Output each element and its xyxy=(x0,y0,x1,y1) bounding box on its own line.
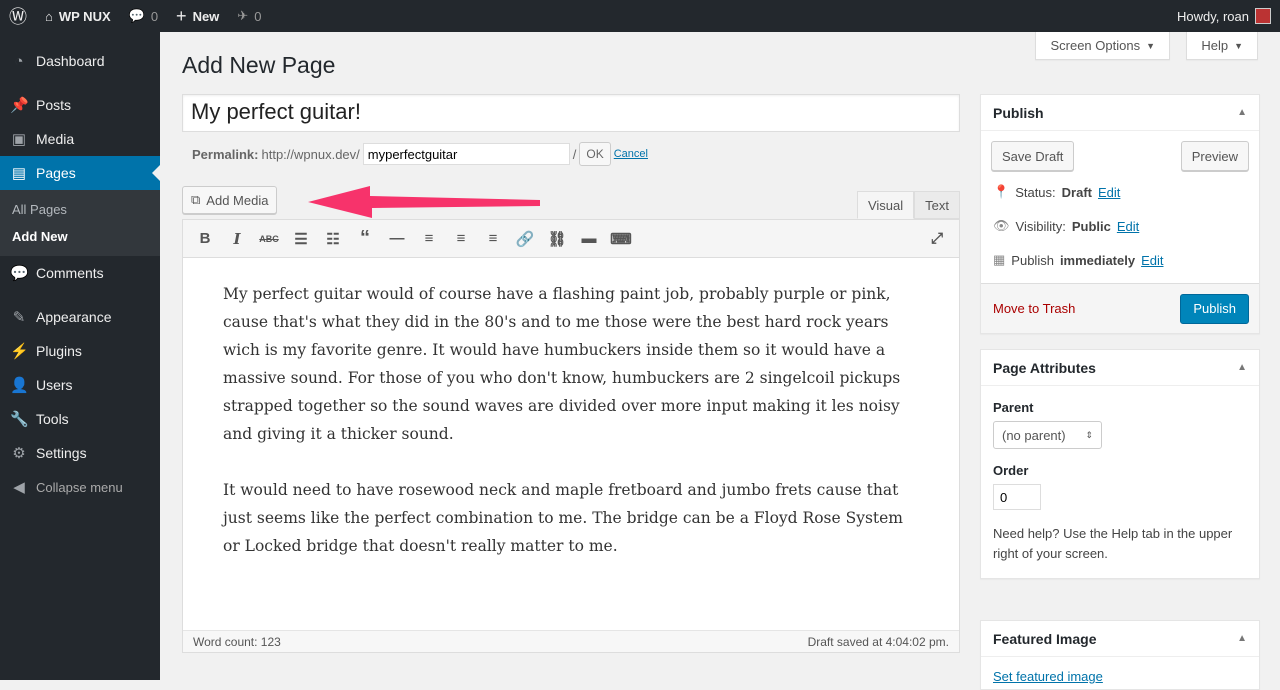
content-editor[interactable]: B I ABC ☰ ☷ “ — ≡ ≡ ≡ 🔗 ⛓ ▬ ⌨ ⤢ My perfe… xyxy=(182,219,960,653)
permalink: Permalink: http://wpnux.dev/ / OK Cancel xyxy=(192,142,648,166)
sidebar-item-posts[interactable]: 📌 Posts xyxy=(0,88,160,122)
select-arrows-icon: ⇕ xyxy=(1085,429,1093,440)
parent-select[interactable]: (no parent) ⇕ xyxy=(993,421,1102,449)
collapse-arrow-icon: ▲ xyxy=(1237,107,1247,118)
word-count: Word count: 123 xyxy=(193,634,281,649)
admin-bar: Ⓦ ⌂ WP NUX 💬 0 + New ✈ 0 Howdy, roan xyxy=(0,0,1280,32)
permalink-ok-button[interactable]: OK xyxy=(579,142,611,166)
updates-link[interactable]: ✈ 0 xyxy=(228,0,270,32)
fullscreen-icon[interactable]: ⤢ xyxy=(921,230,953,247)
order-input[interactable] xyxy=(993,484,1041,510)
link-icon[interactable]: 🔗 xyxy=(509,230,541,248)
settings-icon: ⚙ xyxy=(12,445,26,462)
page-attributes-header[interactable]: Page Attributes ▲ xyxy=(981,350,1259,386)
plug-icon: ⚡ xyxy=(10,343,29,360)
bullet-list-icon[interactable]: ☰ xyxy=(285,230,317,248)
publish-button[interactable]: Publish xyxy=(1180,293,1249,324)
plugin-off-icon: ✈ xyxy=(237,8,249,23)
set-featured-image-link[interactable]: Set featured image xyxy=(993,669,1103,684)
comment-icon: 💬 xyxy=(128,8,145,23)
move-to-trash-link[interactable]: Move to Trash xyxy=(993,301,1075,316)
sidebar-item-users[interactable]: 👤 Users xyxy=(0,368,160,402)
permalink-cancel-link[interactable]: Cancel xyxy=(614,148,648,160)
wrench-icon: 🔧 xyxy=(10,411,29,428)
collapse-arrow-icon: ▲ xyxy=(1237,633,1247,644)
blockquote-icon[interactable]: “ xyxy=(349,227,381,250)
collapse-icon: ◀ xyxy=(13,479,25,496)
read-more-icon[interactable]: ▬ xyxy=(573,230,605,247)
sidebar-item-comments[interactable]: 💬 Comments xyxy=(0,256,160,290)
edit-status-link[interactable]: Edit xyxy=(1098,185,1120,200)
submenu-add-new[interactable]: Add New xyxy=(0,223,160,250)
eye-icon: 👁 xyxy=(993,218,1010,233)
dashboard-icon: ◔ xyxy=(14,52,24,70)
comment-icon: 💬 xyxy=(10,265,29,282)
new-content-link[interactable]: + New xyxy=(167,0,228,32)
pages-submenu: All Pages Add New xyxy=(0,190,160,256)
draft-saved-status: Draft saved at 4:04:02 pm. xyxy=(807,634,949,649)
admin-menu: ◔ Dashboard 📌 Posts ▣ Media ▤ Pages All Page… xyxy=(0,32,160,680)
unlink-icon[interactable]: ⛓ xyxy=(541,230,573,248)
sidebar-item-settings[interactable]: ⚙ Settings xyxy=(0,436,160,470)
italic-icon[interactable]: I xyxy=(221,230,253,248)
sidebar-item-plugins[interactable]: ⚡ Plugins xyxy=(0,334,160,368)
align-left-icon[interactable]: ≡ xyxy=(413,230,445,247)
collapse-arrow-icon: ▲ xyxy=(1237,362,1247,373)
page-attributes-box: Page Attributes ▲ Parent (no parent) ⇕ Ord… xyxy=(980,349,1260,579)
bold-icon[interactable]: B xyxy=(189,230,221,247)
align-right-icon[interactable]: ≡ xyxy=(477,230,509,247)
caret-down-icon: ▼ xyxy=(1234,40,1243,51)
pin-icon: 📌 xyxy=(10,97,29,114)
site-name-link[interactable]: ⌂ WP NUX xyxy=(36,0,120,32)
media-icon: ⧉ xyxy=(191,192,201,207)
page-title: Add New Page xyxy=(182,52,336,78)
toolbar-toggle-icon[interactable]: ⌨ xyxy=(605,230,637,248)
help-button[interactable]: Help ▼ xyxy=(1186,32,1258,60)
help-text: Need help? Use the Help tab in the upper… xyxy=(993,526,1233,561)
plus-icon: + xyxy=(176,5,187,26)
page-icon: ▤ xyxy=(11,165,27,182)
numbered-list-icon[interactable]: ☷ xyxy=(317,230,349,248)
editor-status-bar: Word count: 123 Draft saved at 4:04:02 p… xyxy=(183,630,959,652)
editor-toolbar: B I ABC ☰ ☷ “ — ≡ ≡ ≡ 🔗 ⛓ ▬ ⌨ ⤢ xyxy=(183,220,959,258)
caret-down-icon: ▼ xyxy=(1146,40,1155,51)
pin-icon: 📍 xyxy=(993,184,1010,199)
publish-box-header[interactable]: Publish ▲ xyxy=(981,95,1259,131)
tab-text[interactable]: Text xyxy=(914,191,960,219)
sidebar-item-dashboard[interactable]: ◔ Dashboard xyxy=(0,44,160,78)
add-media-button[interactable]: ⧉ Add Media xyxy=(182,186,278,214)
collapse-menu-button[interactable]: ◀ Collapse menu xyxy=(0,470,160,504)
save-draft-button[interactable]: Save Draft xyxy=(991,141,1075,171)
preview-button[interactable]: Preview xyxy=(1180,141,1249,171)
order-label: Order xyxy=(993,463,1029,478)
edit-visibility-link[interactable]: Edit xyxy=(1117,219,1139,234)
screen-options-button[interactable]: Screen Options ▼ xyxy=(1035,32,1170,60)
comments-link[interactable]: 💬 0 xyxy=(120,0,167,32)
edit-publish-date-link[interactable]: Edit xyxy=(1141,253,1163,268)
parent-label: Parent xyxy=(993,400,1034,415)
sidebar-item-media[interactable]: ▣ Media xyxy=(0,122,160,156)
slug-input[interactable] xyxy=(362,143,570,165)
account-menu[interactable]: Howdy, roan xyxy=(1168,0,1280,32)
tab-visual[interactable]: Visual xyxy=(856,191,915,219)
featured-image-header[interactable]: Featured Image ▲ xyxy=(981,621,1259,657)
media-icon: ▣ xyxy=(11,131,27,148)
editor-content[interactable]: My perfect guitar would of course have a… xyxy=(183,258,959,610)
title-input[interactable]: My perfect guitar! xyxy=(182,94,960,132)
sidebar-item-appearance[interactable]: ✎ Appearance xyxy=(0,300,160,334)
publish-box: Publish ▲ Save Draft Preview 📍 Status: Draf… xyxy=(980,94,1260,334)
horizontal-line-icon[interactable]: — xyxy=(381,230,413,247)
sidebar-item-tools[interactable]: 🔧 Tools xyxy=(0,402,160,436)
home-icon: ⌂ xyxy=(45,8,53,24)
brush-icon: ✎ xyxy=(12,309,26,326)
wordpress-logo-icon[interactable]: Ⓦ xyxy=(0,0,36,32)
calendar-icon: ▦ xyxy=(993,252,1006,267)
sidebar-item-pages[interactable]: ▤ Pages xyxy=(0,156,160,190)
strikethrough-icon[interactable]: ABC xyxy=(253,234,285,244)
submenu-all-pages[interactable]: All Pages xyxy=(0,196,160,223)
align-center-icon[interactable]: ≡ xyxy=(445,230,477,247)
avatar xyxy=(1255,8,1271,24)
user-icon: 👤 xyxy=(10,377,29,394)
